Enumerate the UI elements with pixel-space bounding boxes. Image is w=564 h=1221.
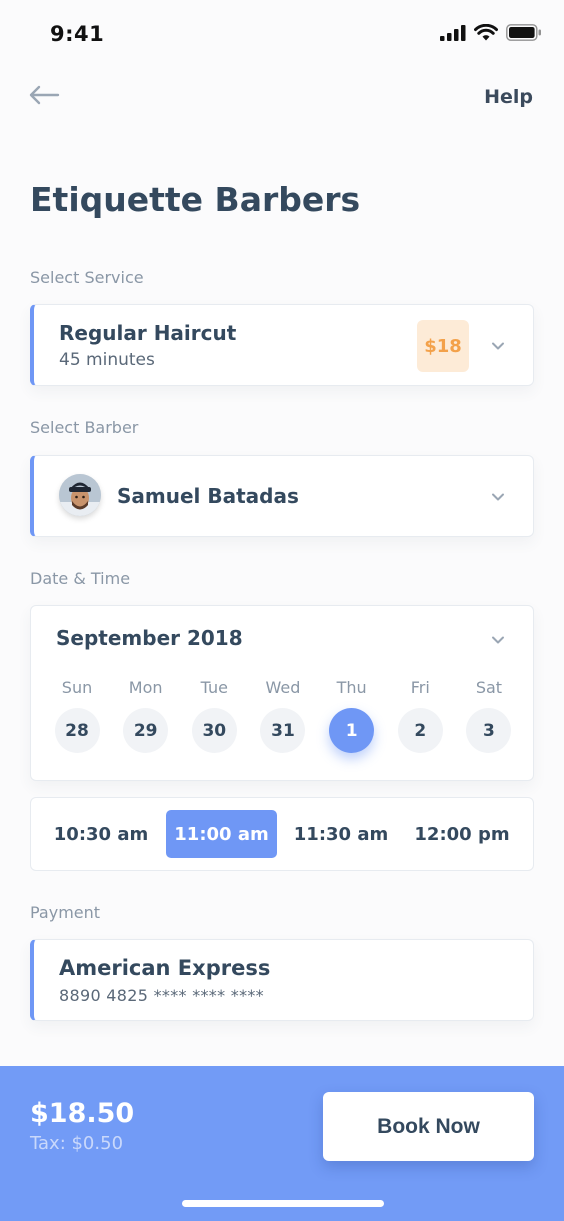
day-column: Thu 1 (323, 678, 381, 753)
help-link[interactable]: Help (484, 86, 533, 108)
back-arrow-icon[interactable] (28, 84, 60, 106)
page-title: Etiquette Barbers (30, 180, 361, 219)
total-price: $18.50 (30, 1098, 135, 1129)
day-column: Mon 29 (117, 678, 175, 753)
date-time-label: Date & Time (30, 569, 131, 588)
select-service-label: Select Service (30, 268, 144, 287)
day-column: Sun 28 (48, 678, 106, 753)
time-slot[interactable]: 10:30 am (45, 810, 157, 858)
day-column: Fri 2 (391, 678, 449, 753)
book-now-button[interactable]: Book Now (323, 1092, 534, 1161)
day-name: Fri (410, 678, 430, 697)
signal-icon (440, 24, 466, 41)
day-column: Tue 30 (185, 678, 243, 753)
day-name: Sat (475, 678, 503, 697)
time-slot-selected[interactable]: 11:00 am (166, 810, 277, 858)
month-label: September 2018 (56, 626, 243, 650)
payment-method: American Express (59, 956, 271, 980)
avatar-image (59, 474, 101, 516)
card-number: 8890 4825 **** **** **** (59, 986, 264, 1005)
battery-icon (506, 24, 541, 41)
day-button[interactable]: 29 (123, 708, 169, 753)
time-slot[interactable]: 11:30 am (287, 810, 395, 858)
status-icons (440, 24, 542, 41)
wifi-icon (474, 24, 498, 41)
service-duration: 45 minutes (59, 350, 155, 370)
day-name: Wed (265, 678, 301, 697)
status-bar: 9:41 (0, 0, 564, 70)
day-column: Wed 31 (254, 678, 312, 753)
chevron-down-icon[interactable] (491, 341, 505, 351)
barber-selector[interactable]: Samuel Batadas (30, 455, 534, 537)
payment-selector[interactable]: American Express 8890 4825 **** **** ***… (30, 939, 534, 1021)
day-button-selected[interactable]: 1 (329, 708, 375, 753)
day-name: Sun (61, 678, 93, 697)
day-name: Thu (336, 678, 367, 697)
week-days: Sun 28 Mon 29 Tue 30 Wed 31 Thu 1 Fri 2 … (48, 678, 518, 753)
barber-avatar (59, 474, 101, 516)
day-button[interactable]: 31 (260, 708, 306, 753)
tax-amount: Tax: $0.50 (30, 1133, 124, 1154)
service-name: Regular Haircut (59, 321, 237, 345)
price-badge: $18 (417, 320, 469, 372)
payment-label: Payment (30, 903, 101, 922)
checkout-footer: $18.50 Tax: $0.50 Book Now (0, 1066, 564, 1221)
home-indicator (182, 1200, 384, 1207)
day-button[interactable]: 2 (397, 708, 443, 753)
day-button[interactable]: 28 (54, 708, 100, 753)
day-button[interactable]: 30 (191, 708, 237, 753)
calendar-card: September 2018 Sun 28 Mon 29 Tue 30 Wed … (30, 605, 534, 781)
barber-name: Samuel Batadas (117, 484, 299, 508)
day-button[interactable]: 3 (466, 708, 512, 753)
nav-bar: Help (0, 78, 564, 118)
chevron-down-icon[interactable] (491, 635, 505, 645)
time-slot[interactable]: 12:00 pm (405, 810, 519, 858)
status-time: 9:41 (50, 22, 105, 46)
select-barber-label: Select Barber (30, 418, 139, 437)
day-name: Tue (200, 678, 228, 697)
service-selector[interactable]: Regular Haircut 45 minutes $18 (30, 304, 534, 386)
day-column: Sat 3 (460, 678, 518, 753)
time-slots: 10:30 am 11:00 am 11:30 am 12:00 pm (30, 797, 534, 871)
day-name: Mon (128, 678, 163, 697)
chevron-down-icon[interactable] (491, 492, 505, 502)
